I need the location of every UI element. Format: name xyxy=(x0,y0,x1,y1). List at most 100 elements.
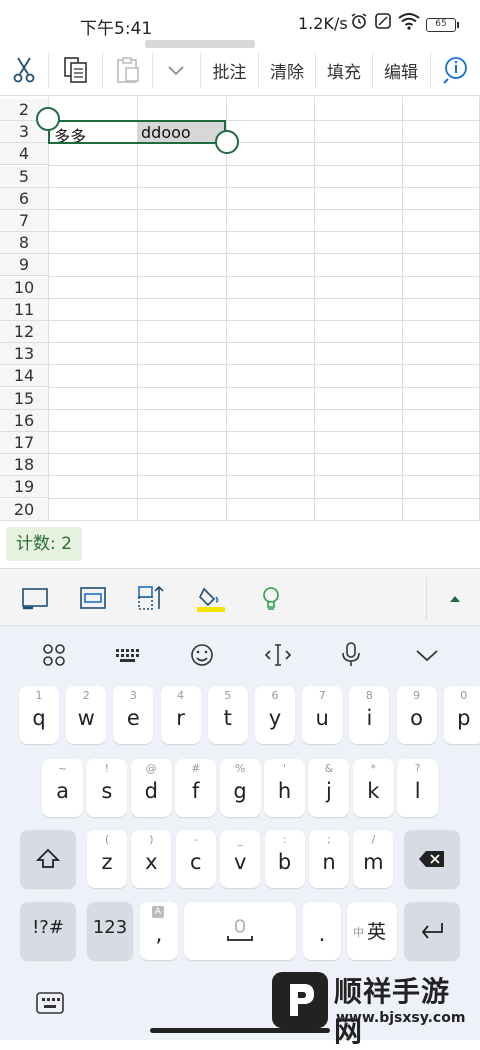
key-label: r xyxy=(161,706,201,730)
edit-button[interactable]: 编辑 xyxy=(373,48,429,92)
key-p[interactable]: 0p xyxy=(444,686,480,744)
idea-icon[interactable] xyxy=(256,583,286,613)
key-label: j xyxy=(308,779,349,803)
key-label: q xyxy=(19,706,59,730)
row-header[interactable]: 10 xyxy=(0,277,48,299)
border-icon[interactable] xyxy=(20,583,50,613)
alarm-icon xyxy=(350,12,368,30)
row-header[interactable]: 20 xyxy=(0,499,48,520)
comma-key[interactable]: ,A xyxy=(140,902,178,960)
selection-handle-start[interactable] xyxy=(36,107,60,131)
symbols-key[interactable]: !?# xyxy=(20,902,76,960)
scissors-icon[interactable] xyxy=(0,48,48,92)
key-hint: 9 xyxy=(397,689,437,702)
spreadsheet-grid[interactable]: 234567891011121314151617181920 xyxy=(0,97,480,520)
key-s[interactable]: !s xyxy=(86,759,127,817)
key-j[interactable]: &j xyxy=(308,759,349,817)
key-hint: / xyxy=(353,833,393,846)
fill-button[interactable]: 填充 xyxy=(316,48,372,92)
info-icon[interactable] xyxy=(432,48,480,92)
row-header[interactable]: 8 xyxy=(0,232,48,254)
row-header[interactable]: 11 xyxy=(0,299,48,321)
row-header[interactable]: 13 xyxy=(0,343,48,365)
key-b[interactable]: :b xyxy=(265,830,305,888)
clear-button[interactable]: 清除 xyxy=(259,48,315,92)
key-label: o xyxy=(397,706,437,730)
key-y[interactable]: 6y xyxy=(255,686,295,744)
key-label: x xyxy=(131,850,171,874)
key-q[interactable]: 1q xyxy=(19,686,59,744)
key-label: t xyxy=(208,706,248,730)
emoji-icon[interactable] xyxy=(186,640,218,670)
key-x[interactable]: )x xyxy=(131,830,171,888)
shift-icon xyxy=(36,848,60,870)
watermark-url: www.bjsxsy.com xyxy=(336,1010,465,1026)
backspace-key[interactable] xyxy=(404,830,460,888)
key-z[interactable]: (z xyxy=(87,830,127,888)
key-f[interactable]: #f xyxy=(175,759,216,817)
row-header[interactable]: 14 xyxy=(0,365,48,387)
row-header[interactable]: 7 xyxy=(0,210,48,232)
comment-button[interactable]: 批注 xyxy=(201,48,258,92)
expand-up-icon[interactable] xyxy=(440,583,470,613)
numbers-key[interactable]: 123 xyxy=(87,902,133,960)
key-g[interactable]: %g xyxy=(220,759,261,817)
key-t[interactable]: 5t xyxy=(208,686,248,744)
chevron-down-icon[interactable] xyxy=(154,48,198,92)
apps-icon[interactable] xyxy=(38,640,70,670)
key-hint: 0 xyxy=(444,689,480,702)
copy-icon[interactable] xyxy=(52,48,100,92)
row-header[interactable]: 18 xyxy=(0,454,48,476)
key-e[interactable]: 3e xyxy=(113,686,153,744)
key-a[interactable]: ~a xyxy=(42,759,83,817)
grid-line xyxy=(48,342,480,343)
grid-line xyxy=(48,364,480,365)
key-label: v xyxy=(220,850,260,874)
key-hint: : xyxy=(265,833,305,846)
row-header[interactable]: 9 xyxy=(0,254,48,276)
language-key[interactable]: 中英 xyxy=(347,902,397,960)
mic-icon[interactable] xyxy=(335,640,367,670)
shift-key[interactable] xyxy=(20,830,76,888)
grid-line xyxy=(48,387,480,388)
key-n[interactable]: ;n xyxy=(309,830,349,888)
space-key[interactable] xyxy=(184,902,296,960)
row-height-icon[interactable] xyxy=(136,583,166,613)
keyboard-icon[interactable] xyxy=(111,640,143,670)
key-l[interactable]: ?l xyxy=(397,759,438,817)
language-secondary-label: 中 xyxy=(353,924,364,940)
paste-icon[interactable] xyxy=(104,48,152,92)
enter-key[interactable] xyxy=(404,902,460,960)
fill-color-icon[interactable] xyxy=(196,583,226,613)
keyboard-switch-button[interactable] xyxy=(24,976,76,1020)
edit-toolbar: 批注 清除 填充 编辑 xyxy=(0,48,480,96)
selection-handle-end[interactable] xyxy=(215,130,239,154)
key-k[interactable]: *k xyxy=(353,759,394,817)
key-m[interactable]: /m xyxy=(353,830,393,888)
key-i[interactable]: 8i xyxy=(349,686,389,744)
key-o[interactable]: 9o xyxy=(397,686,437,744)
key-label: !?# xyxy=(20,917,76,938)
row-header[interactable]: 4 xyxy=(0,143,48,165)
row-header[interactable]: 16 xyxy=(0,410,48,432)
cursor-icon[interactable] xyxy=(262,640,294,670)
row-header[interactable]: 19 xyxy=(0,476,48,498)
period-key[interactable]: . xyxy=(303,902,341,960)
collapse-icon[interactable] xyxy=(411,640,443,670)
key-r[interactable]: 4r xyxy=(161,686,201,744)
row-header[interactable]: 17 xyxy=(0,432,48,454)
row-header[interactable]: 6 xyxy=(0,188,48,210)
key-u[interactable]: 7u xyxy=(302,686,342,744)
key-v[interactable]: _v xyxy=(220,830,260,888)
home-indicator[interactable] xyxy=(150,1028,330,1033)
key-c[interactable]: -c xyxy=(176,830,216,888)
row-header[interactable]: 12 xyxy=(0,321,48,343)
row-header[interactable]: 15 xyxy=(0,388,48,410)
key-d[interactable]: @d xyxy=(131,759,172,817)
key-w[interactable]: 2w xyxy=(66,686,106,744)
row-header[interactable]: 5 xyxy=(0,166,48,188)
merge-icon[interactable] xyxy=(78,583,108,613)
key-label: g xyxy=(220,779,261,803)
key-h[interactable]: 'h xyxy=(264,759,305,817)
key-label: , xyxy=(140,922,178,946)
